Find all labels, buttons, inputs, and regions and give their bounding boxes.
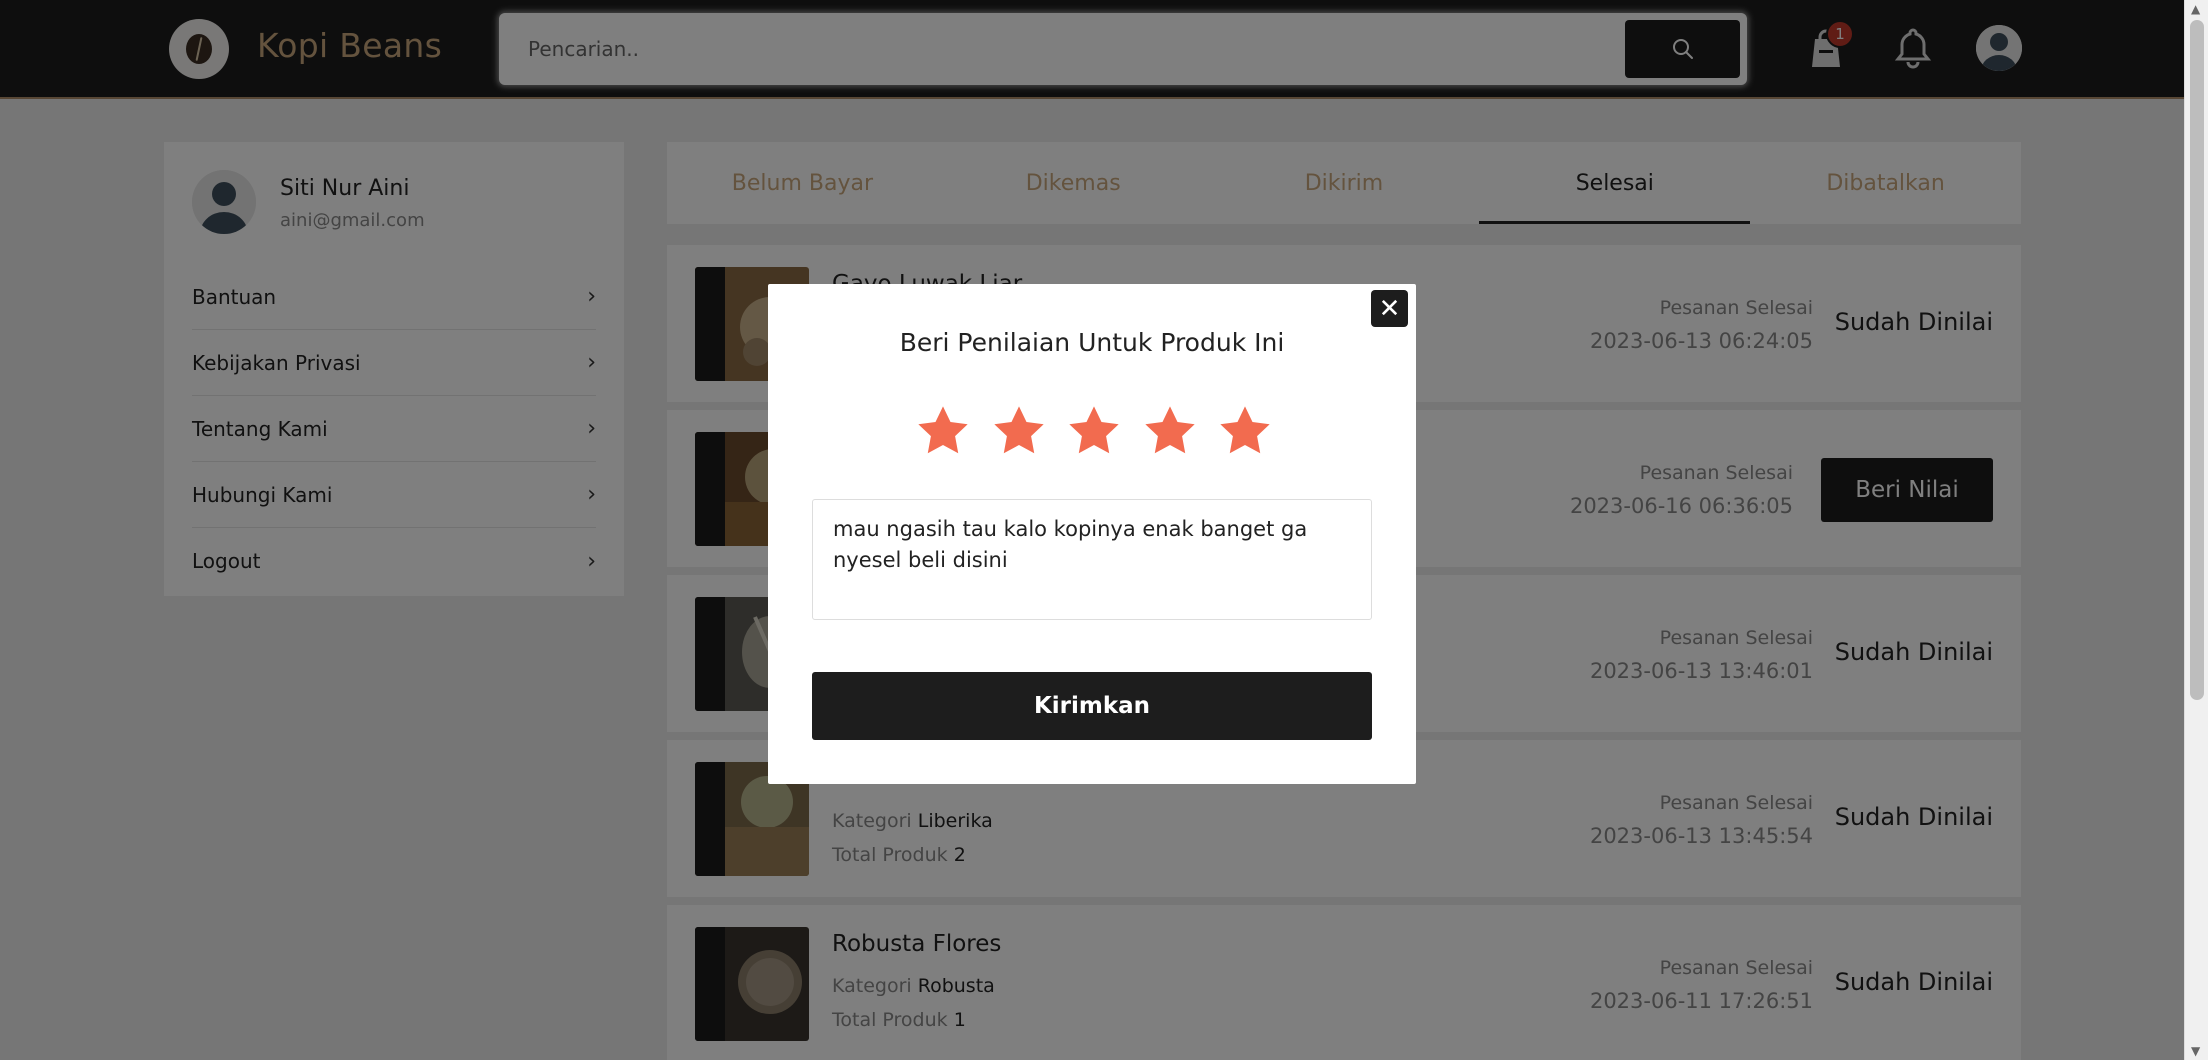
page-scrollbar[interactable]: ▲ ▼ bbox=[2184, 0, 2208, 1060]
submit-review-button[interactable]: Kirimkan bbox=[812, 672, 1372, 740]
scroll-up-arrow-icon[interactable]: ▲ bbox=[2191, 2, 2200, 16]
star-icon[interactable] bbox=[990, 402, 1048, 460]
star-rating bbox=[914, 402, 1274, 462]
close-icon[interactable]: ✕ bbox=[1371, 290, 1408, 327]
scroll-down-arrow-icon[interactable]: ▼ bbox=[2191, 1044, 2200, 1058]
star-icon[interactable] bbox=[1065, 402, 1123, 460]
star-icon[interactable] bbox=[914, 402, 972, 460]
scrollbar-thumb[interactable] bbox=[2190, 20, 2204, 700]
star-icon[interactable] bbox=[1216, 402, 1274, 460]
review-textarea[interactable]: mau ngasih tau kalo kopinya enak banget … bbox=[812, 499, 1372, 620]
rating-modal: ✕ Beri Penilaian Untuk Produk Ini mau ng… bbox=[768, 284, 1416, 784]
star-icon[interactable] bbox=[1141, 402, 1199, 460]
modal-title: Beri Penilaian Untuk Produk Ini bbox=[899, 328, 1285, 357]
